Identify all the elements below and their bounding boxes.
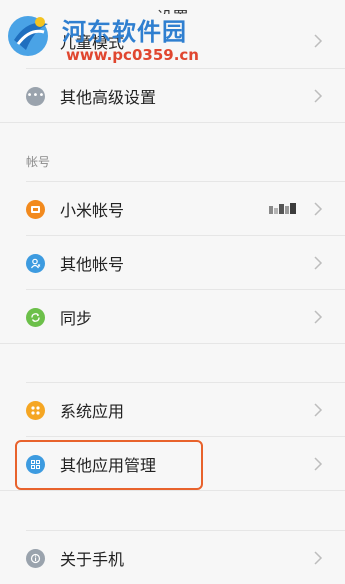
- settings-item-label: 其他高级设置: [60, 87, 157, 107]
- more-settings-icon: •••: [26, 86, 45, 106]
- settings-item-label: 同步: [60, 308, 93, 328]
- chevron-right-icon: [314, 33, 323, 48]
- watermark-title: 河东软件园: [62, 18, 187, 46]
- highlight-box: [15, 440, 203, 490]
- chevron-right-icon: [314, 402, 323, 417]
- other-account-icon: [26, 253, 45, 273]
- settings-item-about-phone[interactable]: 关于手机: [0, 531, 345, 584]
- settings-item-mi-account[interactable]: 小米帐号: [0, 182, 345, 235]
- settings-item-system-apps[interactable]: 系统应用: [0, 383, 345, 436]
- mi-account-icon: [26, 199, 45, 219]
- settings-item-label: 其他帐号: [60, 254, 125, 274]
- watermark-url: www.pc0359.cn: [66, 46, 199, 64]
- divider: [0, 343, 345, 344]
- system-apps-icon: [26, 400, 45, 420]
- divider: [0, 490, 345, 491]
- settings-item-label: 小米帐号: [60, 200, 125, 220]
- settings-screen: 设置 河东软件园 www.pc0359.cn ☺ 儿童模式 ••• 其他高级设置…: [0, 0, 345, 584]
- watermark: 河东软件园 www.pc0359.cn: [4, 2, 214, 72]
- chevron-right-icon: [314, 456, 323, 471]
- divider: [0, 122, 345, 123]
- chevron-right-icon: [314, 309, 323, 324]
- sync-icon: [26, 307, 45, 327]
- chevron-right-icon: [314, 201, 323, 216]
- settings-item-advanced[interactable]: ••• 其他高级设置: [0, 69, 345, 122]
- account-value-redacted: [269, 202, 296, 214]
- settings-item-sync[interactable]: 同步: [0, 290, 345, 343]
- chevron-right-icon: [314, 255, 323, 270]
- settings-item-label: 关于手机: [60, 549, 125, 569]
- chevron-right-icon: [314, 88, 323, 103]
- settings-item-label: 系统应用: [60, 401, 125, 421]
- chevron-right-icon: [314, 550, 323, 565]
- section-header-account: 帐号: [26, 155, 51, 169]
- settings-item-other-accounts[interactable]: 其他帐号: [0, 236, 345, 289]
- about-phone-icon: [26, 548, 45, 568]
- watermark-logo-icon: [8, 16, 48, 56]
